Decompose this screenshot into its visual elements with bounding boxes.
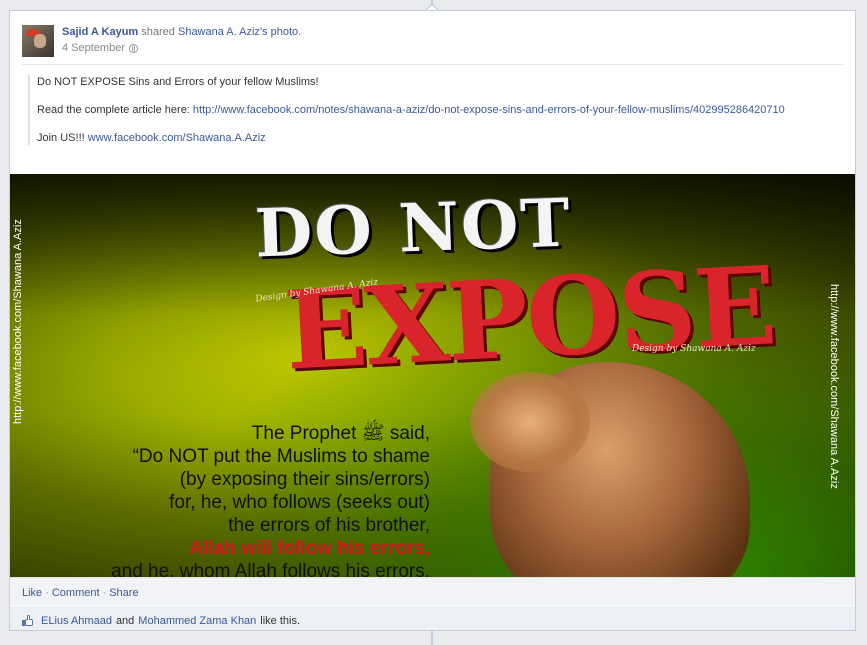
avatar-face	[34, 34, 46, 48]
owner-link[interactable]: Shawana A. Aziz	[178, 26, 260, 38]
action-separator: ·	[45, 587, 49, 599]
photo-side-text-right: http://www.facebook.com/Shawana A.Aziz	[828, 284, 840, 489]
finger-image	[470, 372, 590, 472]
liker-link-1[interactable]: ELius Ahmaad	[41, 615, 112, 627]
quote-line-last: and he, whom Allah follows his errors,	[111, 561, 430, 577]
author-link[interactable]: Sajid A Kayum	[62, 26, 138, 38]
photo-quote: The Prophet ﷺ said, “Do NOT put the Musl…	[100, 422, 430, 577]
photo-side-text-left: http://www.facebook.com/Shawana A.Aziz	[12, 219, 24, 424]
message-line2: Read the complete article here: http://w…	[37, 103, 847, 117]
action-separator: ·	[102, 587, 107, 599]
quote-line-red: Allah will follow his errors,	[189, 538, 430, 559]
thumbs-up-icon	[22, 615, 34, 627]
likes-suffix: like this.	[260, 615, 301, 627]
post-meta: Sajid A Kayum shared Shawana A. Aziz's p…	[62, 26, 301, 54]
message-line1: Do NOT EXPOSE Sins and Errors of your fe…	[37, 76, 319, 88]
photo-credit-right: Design by Shawana A. Aziz	[632, 344, 756, 354]
owner-suffix-link[interactable]: 's photo.	[260, 26, 301, 38]
action-text: shared	[141, 26, 175, 38]
quote-line-1: The Prophet ﷺ said,	[251, 423, 430, 444]
post-actions: Like · Comment · Share	[10, 577, 855, 605]
message-line3: Join US!!! www.facebook.com/Shawana.A.Az…	[37, 131, 847, 145]
author-avatar[interactable]	[22, 25, 54, 57]
thumb-palm	[25, 619, 33, 626]
like-link[interactable]: Like	[22, 587, 42, 599]
message-line3-prefix: Join US!!!	[37, 132, 88, 144]
globe-icon[interactable]	[128, 43, 138, 53]
thumb-up	[27, 615, 30, 620]
quote-line-4: for, he, who follows (seeks out)	[169, 492, 430, 513]
post-date[interactable]: 4 September	[62, 42, 125, 54]
shared-message: Do NOT EXPOSE Sins and Errors of your fe…	[28, 75, 847, 145]
quote-line-3: (by exposing their sins/errors)	[179, 469, 430, 490]
shared-photo[interactable]: http://www.facebook.com/Shawana A.Aziz h…	[10, 174, 855, 577]
quote-line-5: the errors of his brother,	[228, 515, 430, 536]
message-line2-prefix: Read the complete article here:	[37, 104, 193, 116]
photo-title-main: EXPOSE	[282, 243, 778, 395]
likes-and: and	[115, 615, 135, 627]
comment-link[interactable]: Comment	[52, 587, 100, 599]
article-link[interactable]: http://www.facebook.com/notes/shawana-a-…	[193, 104, 785, 116]
share-link[interactable]: Share	[109, 587, 138, 599]
liker-link-2[interactable]: Mohammed Zama Khan	[138, 615, 256, 627]
likes-summary: ELius Ahmaad and Mohammed Zama Khan like…	[10, 605, 855, 630]
page-link[interactable]: www.facebook.com/Shawana.A.Aziz	[88, 132, 266, 144]
quote-line-2: “Do NOT put the Muslims to shame	[132, 446, 430, 467]
post-card: Sajid A Kayum shared Shawana A. Aziz's p…	[9, 10, 856, 631]
header-divider	[22, 64, 843, 65]
